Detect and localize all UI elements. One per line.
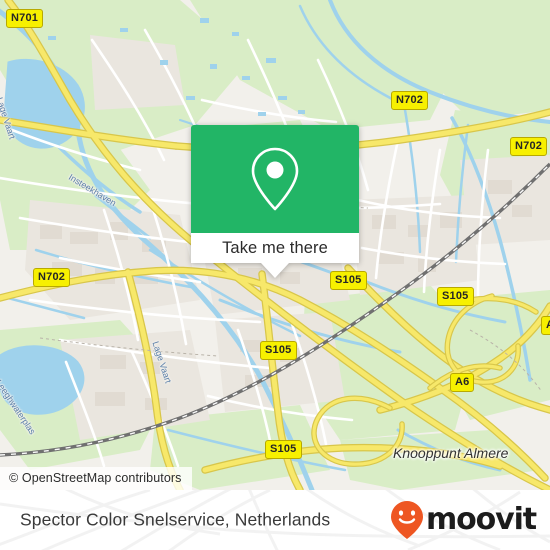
callout-pointer-tail xyxy=(261,263,289,278)
moovit-smiley-pin-icon xyxy=(390,501,423,539)
moovit-logo[interactable]: moovit xyxy=(390,500,537,540)
road-shield: N702 xyxy=(391,91,429,110)
road-shield: A6 xyxy=(450,373,475,392)
moovit-wordmark: moovit xyxy=(425,502,537,537)
road-shield: S105 xyxy=(330,271,367,290)
road-shield: S105 xyxy=(260,341,297,360)
footer-bar: Spector Color Snelservice, Netherlands m… xyxy=(0,490,550,550)
screenshot-root: N701 N702 N702 N702 S105 S105 S105 S105 … xyxy=(0,0,550,550)
callout-action-bar[interactable]: Take me there xyxy=(191,233,359,278)
place-title: Spector Color Snelservice, Netherlands xyxy=(20,509,331,530)
map-label-place: Knooppunt Almere xyxy=(393,445,509,461)
road-shield: S105 xyxy=(437,287,474,306)
map-pin-icon xyxy=(251,147,299,211)
osm-attribution[interactable]: © OpenStreetMap contributors xyxy=(0,467,192,490)
callout-icon-panel xyxy=(191,125,359,233)
map-canvas[interactable]: N701 N702 N702 N702 S105 S105 S105 S105 … xyxy=(0,0,550,490)
take-me-there-label: Take me there xyxy=(222,238,328,257)
location-callout-card[interactable]: Take me there xyxy=(191,125,359,278)
road-shield: N701 xyxy=(6,9,44,28)
road-shield: N702 xyxy=(510,137,548,156)
road-shield: N702 xyxy=(33,268,71,287)
road-shield: A6 xyxy=(541,316,550,335)
road-shield: S105 xyxy=(265,440,302,459)
